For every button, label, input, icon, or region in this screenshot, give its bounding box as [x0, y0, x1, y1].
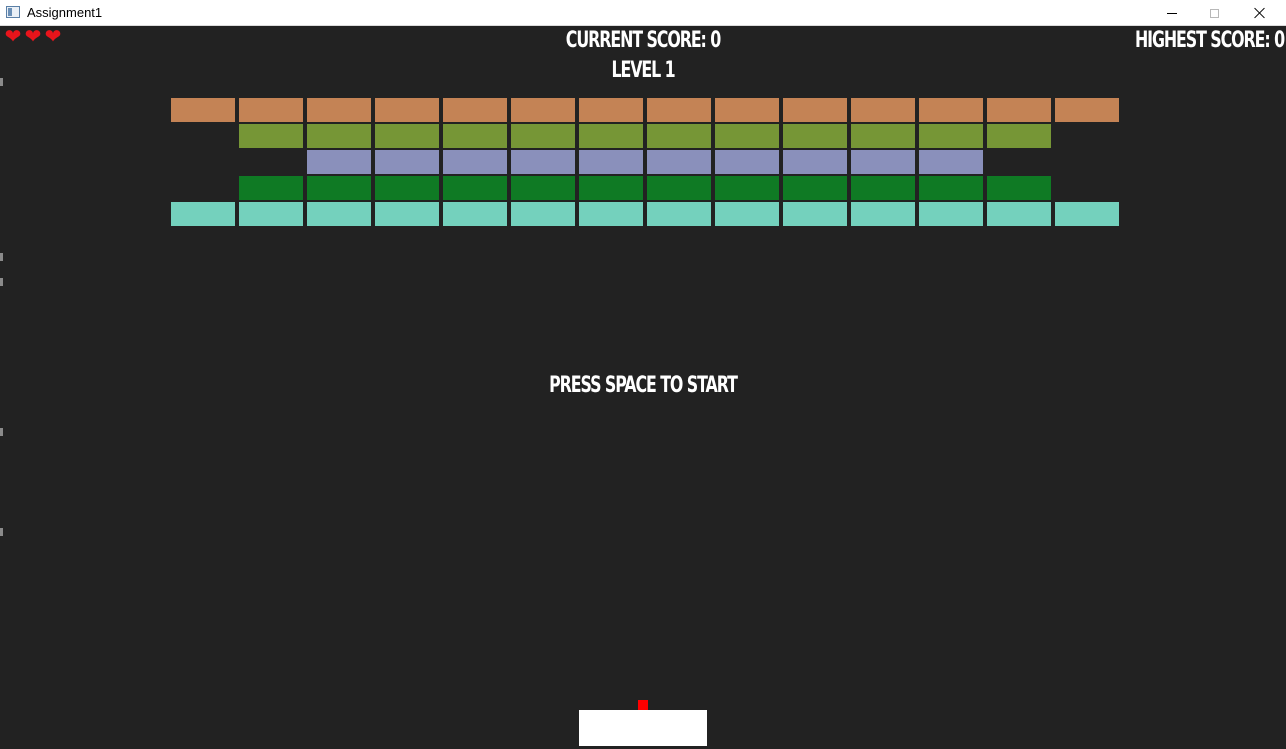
- brick: [511, 176, 575, 200]
- brick: [715, 202, 779, 226]
- highest-score: HIGHEST SCORE: 0: [1134, 28, 1285, 53]
- brick: [511, 98, 575, 122]
- brick: [375, 124, 439, 148]
- brick: [239, 124, 303, 148]
- brick: [647, 124, 711, 148]
- edge-artifact: [0, 528, 3, 536]
- brick: [511, 124, 575, 148]
- brick: [239, 98, 303, 122]
- brick: [375, 98, 439, 122]
- brick: [1055, 98, 1119, 122]
- brick: [783, 150, 847, 174]
- brick: [171, 98, 235, 122]
- brick: [851, 124, 915, 148]
- brick: [307, 124, 371, 148]
- brick: [919, 124, 983, 148]
- ball: [638, 700, 648, 710]
- game-window[interactable]: Assignment1 ❤ ❤ ❤ CURRENT SCORE: 0 LEVEL 1…: [0, 0, 1286, 749]
- brick: [443, 176, 507, 200]
- brick: [239, 202, 303, 226]
- maximize-button[interactable]: [1191, 0, 1237, 26]
- brick: [919, 176, 983, 200]
- brick: [783, 124, 847, 148]
- close-icon: [1254, 7, 1266, 19]
- brick: [647, 202, 711, 226]
- edge-artifact: [0, 428, 3, 436]
- brick: [375, 150, 439, 174]
- brick: [171, 202, 235, 226]
- brick: [851, 176, 915, 200]
- brick: [851, 150, 915, 174]
- minimize-icon: [1167, 12, 1177, 14]
- brick: [443, 202, 507, 226]
- brick: [919, 98, 983, 122]
- brick: [987, 124, 1051, 148]
- start-prompt: PRESS SPACE TO START: [549, 373, 738, 398]
- brick: [851, 98, 915, 122]
- close-button[interactable]: [1237, 0, 1283, 26]
- brick: [783, 202, 847, 226]
- brick: [851, 202, 915, 226]
- title-bar[interactable]: Assignment1: [0, 0, 1286, 26]
- minimize-button[interactable]: [1149, 0, 1195, 26]
- heart-icon: ❤: [24, 24, 42, 48]
- brick: [647, 98, 711, 122]
- edge-artifact: [0, 278, 3, 286]
- paddle[interactable]: [579, 710, 707, 746]
- heart-icon: ❤: [4, 24, 22, 48]
- heart-icon: ❤: [44, 24, 62, 48]
- brick: [783, 176, 847, 200]
- brick: [307, 98, 371, 122]
- brick: [511, 150, 575, 174]
- brick: [443, 98, 507, 122]
- brick: [579, 124, 643, 148]
- lives-indicator: ❤ ❤ ❤: [3, 24, 63, 48]
- window-title: Assignment1: [27, 5, 103, 20]
- brick: [579, 150, 643, 174]
- brick: [715, 150, 779, 174]
- level-label: LEVEL 1: [611, 58, 675, 83]
- brick: [715, 176, 779, 200]
- brick: [919, 150, 983, 174]
- brick: [375, 176, 439, 200]
- brick: [307, 176, 371, 200]
- brick: [307, 202, 371, 226]
- brick: [511, 202, 575, 226]
- brick: [443, 150, 507, 174]
- brick: [307, 150, 371, 174]
- edge-artifact: [0, 78, 3, 86]
- brick: [239, 176, 303, 200]
- brick: [579, 98, 643, 122]
- brick: [715, 124, 779, 148]
- brick: [579, 176, 643, 200]
- brick: [783, 98, 847, 122]
- brick: [919, 202, 983, 226]
- brick: [375, 202, 439, 226]
- brick: [987, 98, 1051, 122]
- brick: [647, 176, 711, 200]
- maximize-icon: [1209, 8, 1219, 18]
- current-score: CURRENT SCORE: 0: [565, 28, 721, 53]
- brick: [987, 202, 1051, 226]
- edge-artifact: [0, 253, 3, 261]
- brick: [1055, 202, 1119, 226]
- brick: [443, 124, 507, 148]
- app-window-icon: [6, 6, 20, 18]
- brick: [715, 98, 779, 122]
- brick: [579, 202, 643, 226]
- brick: [647, 150, 711, 174]
- brick: [987, 176, 1051, 200]
